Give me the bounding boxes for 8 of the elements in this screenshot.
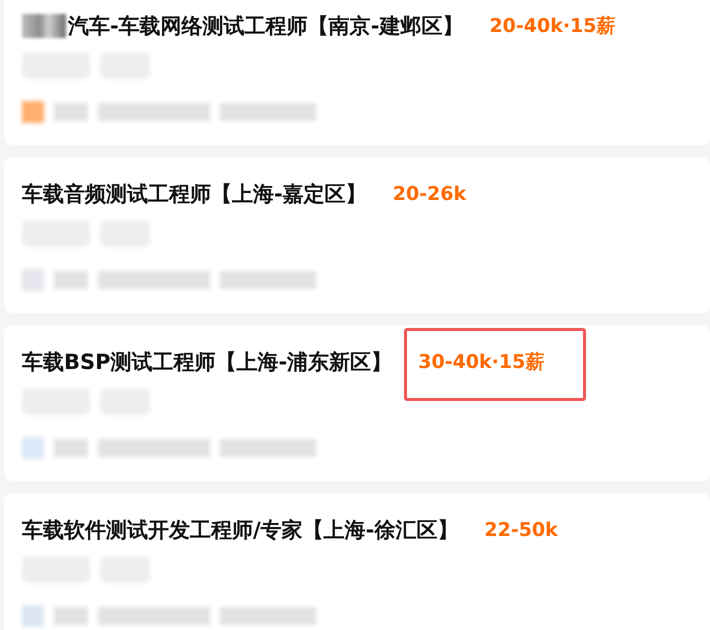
salary: 30-40k·15薪 <box>418 351 544 373</box>
job-title[interactable]: 车载BSP测试工程师【上海-浦东新区】 <box>22 348 392 376</box>
salary: 20-26k <box>392 183 466 205</box>
job-title[interactable]: 汽车-车载网络测试工程师【南京-建邺区】 <box>22 12 464 40</box>
job-title[interactable]: 车载软件测试开发工程师/专家【上海-徐汇区】 <box>22 516 458 544</box>
salary: 22-50k <box>484 519 558 541</box>
job-title[interactable]: 车载音频测试工程师【上海-嘉定区】 <box>22 180 367 208</box>
salary: 20-40k·15薪 <box>489 15 616 37</box>
